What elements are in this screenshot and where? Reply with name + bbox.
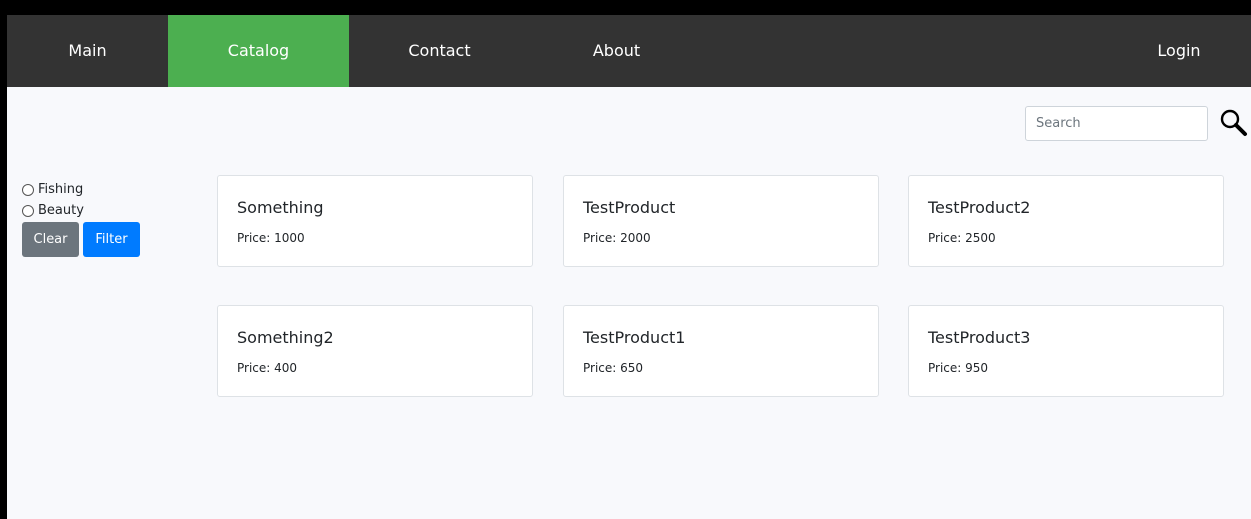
radio-button[interactable] — [22, 204, 34, 217]
filter-option-beauty[interactable]: Beauty — [22, 200, 140, 221]
product-card[interactable]: TestProduct1 Price: 650 — [563, 305, 879, 397]
product-card[interactable]: Something2 Price: 400 — [217, 305, 533, 397]
product-price: Price: 1000 — [237, 231, 305, 245]
nav-item-catalog[interactable]: Catalog — [168, 15, 349, 87]
product-price: Price: 2000 — [583, 231, 651, 245]
product-name: TestProduct — [583, 198, 676, 217]
product-card[interactable]: Something Price: 1000 — [217, 175, 533, 267]
product-name: TestProduct2 — [928, 198, 1031, 217]
nav-item-contact[interactable]: Contact — [349, 15, 530, 87]
product-card[interactable]: TestProduct2 Price: 2500 — [908, 175, 1224, 267]
product-price: Price: 950 — [928, 361, 989, 375]
product-name: TestProduct1 — [583, 328, 686, 347]
product-card[interactable]: TestProduct3 Price: 950 — [908, 305, 1224, 397]
filter-option-label: Fishing — [38, 182, 84, 197]
product-card[interactable]: TestProduct Price: 2000 — [563, 175, 879, 267]
product-name: TestProduct3 — [928, 328, 1031, 347]
product-price: Price: 650 — [583, 361, 644, 375]
search-input[interactable] — [1025, 106, 1208, 141]
product-name: Something — [237, 198, 324, 217]
product-price: Price: 2500 — [928, 231, 996, 245]
radio-button[interactable] — [22, 183, 34, 196]
nav-item-login[interactable]: Login — [1107, 15, 1251, 87]
search-icon[interactable] — [1218, 107, 1250, 139]
category-filter: Fishing Beauty Clear Filter — [22, 179, 140, 257]
filter-button[interactable]: Filter — [83, 222, 140, 257]
top-nav: Main Catalog Contact About Login — [7, 15, 1251, 87]
page: Main Catalog Contact About Login Fishing… — [0, 0, 1251, 519]
filter-option-fishing[interactable]: Fishing — [22, 179, 140, 200]
filter-option-label: Beauty — [38, 203, 84, 218]
nav-item-main[interactable]: Main — [7, 15, 168, 87]
product-name: Something2 — [237, 328, 334, 347]
nav-item-about[interactable]: About — [530, 15, 703, 87]
product-price: Price: 400 — [237, 361, 298, 375]
clear-button[interactable]: Clear — [22, 222, 79, 257]
